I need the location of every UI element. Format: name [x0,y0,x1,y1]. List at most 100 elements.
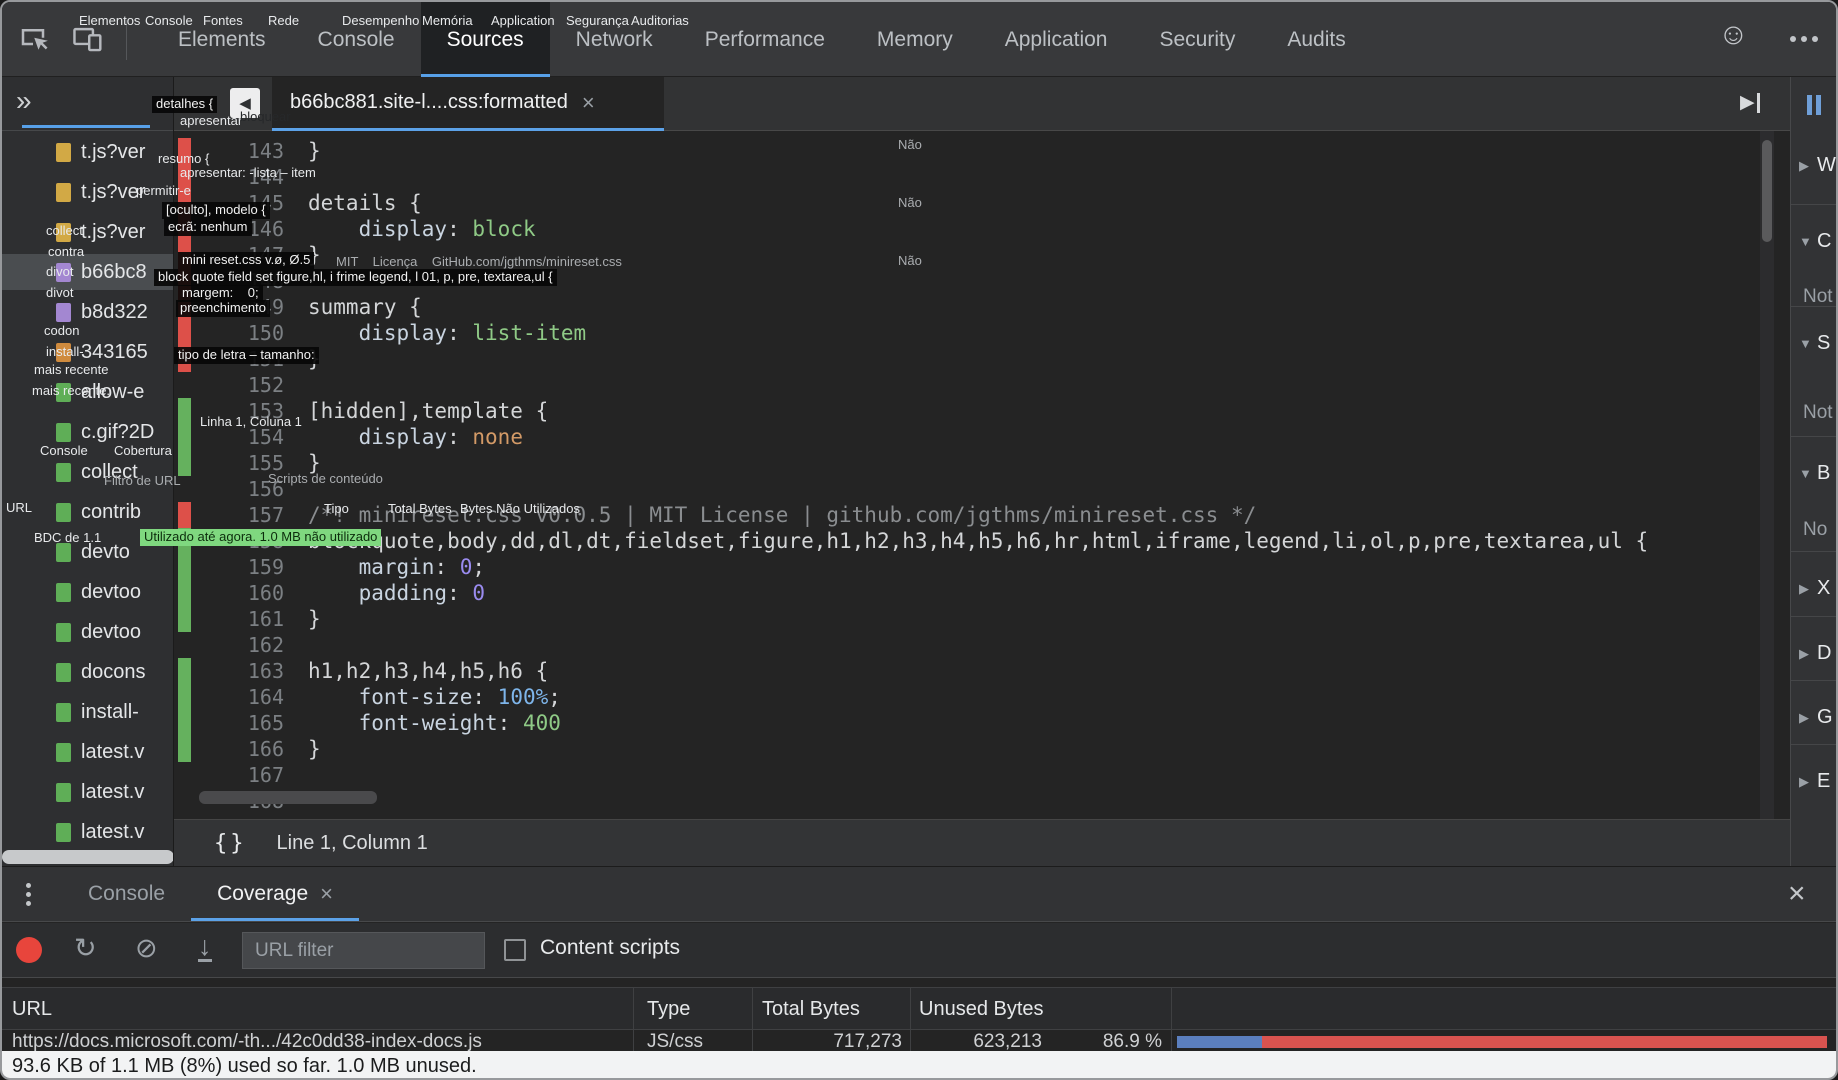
column-header[interactable]: Type [647,988,690,1031]
file-item[interactable]: 343165 [2,334,174,370]
drawer-menu-icon[interactable] [26,883,31,888]
scrollbar-thumb[interactable] [1762,140,1772,242]
close-tab-icon[interactable]: × [320,881,333,907]
column-header[interactable]: Total Bytes [762,988,860,1031]
file-icon [56,743,71,762]
coverage-marker [178,580,191,606]
column-divider [752,987,753,1051]
tab-memory[interactable]: Memory [851,2,979,77]
tab-performance[interactable]: Performance [679,2,851,77]
code-token: padding [359,581,448,605]
file-item[interactable]: c.gif?2D [2,414,174,450]
code-token: } [308,737,321,761]
coverage-table-header: URL Type Total Bytes Unused Bytes [2,987,1838,1030]
file-item[interactable]: allow-e [2,374,174,410]
file-item[interactable]: b8d322 [2,294,174,330]
debugger-section-title[interactable]: G [1817,706,1833,729]
file-item[interactable]: latest.v [2,734,174,770]
pretty-print-icon[interactable]: {} [214,831,247,856]
coverage-marker [178,268,191,294]
collapse-panel-icon[interactable]: » [16,85,32,117]
inspect-element-icon[interactable] [18,24,48,59]
code-editor[interactable]: 143}144145details {146 display: block147… [174,131,1790,819]
file-item[interactable]: t.js?ver [2,174,174,210]
navigator-horizontal-scrollbar[interactable] [2,850,174,864]
file-name: collect [81,461,138,484]
column-header[interactable]: Unused Bytes [919,988,1044,1031]
debugger-section-title[interactable]: C [1817,230,1831,253]
file-item[interactable]: install- [2,694,174,730]
device-toolbar-icon[interactable] [72,24,104,59]
file-item[interactable]: devtoo [2,614,174,650]
code-token: 100% [498,685,549,709]
usage-bar-unused [1262,1036,1827,1048]
export-icon[interactable]: ↓ [198,933,212,962]
reload-icon[interactable]: ↻ [74,933,97,964]
editor-tab[interactable]: b66bc881.site-l....css:formatted × [272,77,664,131]
file-item[interactable]: latest.v [2,814,174,850]
section-divider [1791,306,1838,307]
skip-forward-icon[interactable]: ▶ [1740,91,1760,114]
code-token [308,555,359,579]
debugger-section-title[interactable]: D [1817,642,1831,665]
url-filter-input[interactable] [242,932,485,969]
file-item[interactable]: latest.v [2,774,174,810]
file-item[interactable]: devto [2,534,174,570]
file-icon [56,343,71,362]
code-token: 0 [472,581,485,605]
editor-vertical-scrollbar[interactable] [1760,131,1774,819]
debugger-section-title[interactable]: E [1817,770,1830,793]
drawer-tab-console[interactable]: Console [62,867,191,921]
back-button[interactable]: ◀ [230,88,260,118]
editor-horizontal-scrollbar[interactable] [199,791,377,804]
code-token [308,321,359,345]
debugger-section-title[interactable]: W [1817,154,1836,177]
section-expanded-icon[interactable]: ▼ [1799,234,1812,249]
devtools-window: ElementsConsoleSourcesNetworkPerformance… [0,0,1838,1080]
usage-bar [1177,1036,1827,1048]
record-coverage-button[interactable] [16,937,42,963]
tab-console[interactable]: Console [292,2,421,77]
coverage-status-bar: 93.6 KB of 1.1 MB (8%) used so far. 1.0 … [2,1051,1838,1080]
tab-sources[interactable]: Sources [421,2,550,77]
main-menu-icon[interactable] [1790,36,1796,42]
section-collapsed-icon[interactable]: ▶ [1799,710,1809,726]
tab-security[interactable]: Security [1133,2,1261,77]
file-item[interactable]: t.js?ver [2,214,174,250]
section-collapsed-icon[interactable]: ▶ [1799,646,1809,662]
section-collapsed-icon[interactable]: ▶ [1799,774,1809,790]
debugger-section-title[interactable]: S [1817,332,1830,355]
drawer-tab-coverage[interactable]: Coverage× [191,867,359,921]
row-url[interactable]: https://docs.microsoft.com/-th.../42c0dd… [12,1032,627,1051]
play-icon: ▶ [1740,91,1755,114]
debugger-section-title[interactable]: X [1817,577,1830,600]
code-token: } [308,451,321,475]
tab-elements[interactable]: Elements [152,2,292,77]
section-expanded-icon[interactable]: ▼ [1799,336,1812,351]
code-line: details { [308,190,422,216]
debugger-section-title[interactable]: B [1817,462,1830,485]
tab-audits[interactable]: Audits [1261,2,1371,77]
section-expanded-icon[interactable]: ▼ [1799,466,1812,481]
close-drawer-icon[interactable]: × [1788,877,1806,911]
code-line: summary { [308,294,422,320]
clear-icon[interactable]: ⊘ [135,933,158,964]
file-icon [56,383,71,402]
close-tab-icon[interactable]: × [582,90,595,116]
section-collapsed-icon[interactable]: ▶ [1799,581,1809,597]
file-item[interactable]: contrib [2,494,174,530]
file-item[interactable]: t.js?ver [2,134,174,170]
file-item[interactable]: docons [2,654,174,690]
coverage-marker [178,606,191,632]
section-collapsed-icon[interactable]: ▶ [1799,158,1809,174]
tab-application[interactable]: Application [979,2,1134,77]
file-item[interactable]: b66bc8 [2,254,174,290]
pause-script-icon[interactable] [1807,95,1812,115]
feedback-icon[interactable]: ☺ [1718,18,1749,52]
line-number: 160 [194,580,284,606]
column-header[interactable]: URL [12,988,52,1031]
file-item[interactable]: collect [2,454,174,490]
tab-network[interactable]: Network [550,2,679,77]
file-item[interactable]: devtoo [2,574,174,610]
content-scripts-checkbox[interactable] [504,939,526,961]
